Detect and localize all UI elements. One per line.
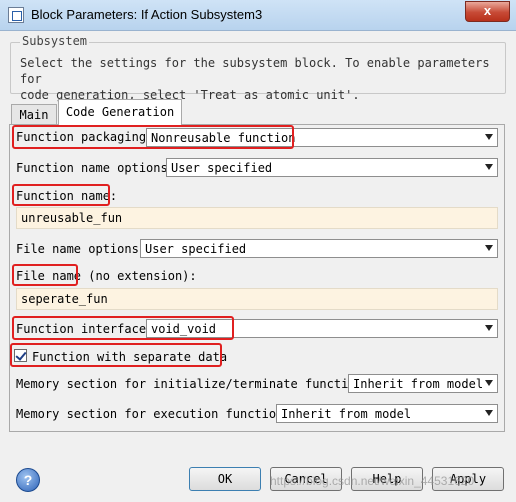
highlight-function-interface	[12, 316, 234, 340]
function-name-input[interactable]: unreusable_fun	[16, 207, 498, 229]
group-legend: Subsystem	[20, 34, 90, 48]
group-description: Select the settings for the subsystem bl…	[20, 55, 500, 103]
ok-button[interactable]: OK	[189, 467, 261, 491]
highlight-separate-data	[10, 343, 222, 367]
chevron-down-icon	[485, 325, 493, 331]
chevron-down-icon	[485, 380, 493, 386]
block-icon	[8, 7, 24, 23]
file-name-options-label: File name options:	[16, 242, 147, 256]
memory-exec-value: Inherit from model	[281, 407, 412, 421]
description-line-1: Select the settings for the subsystem bl…	[20, 56, 490, 86]
memory-init-term-dropdown[interactable]: Inherit from model	[348, 374, 498, 393]
chevron-down-icon	[485, 134, 493, 140]
memory-init-term-value: Inherit from model	[353, 377, 484, 391]
memory-init-term-label: Memory section for initialize/terminate …	[16, 377, 378, 391]
chevron-down-icon	[485, 245, 493, 251]
file-name-input[interactable]: seperate_fun	[16, 288, 498, 310]
title-bar: Block Parameters: If Action Subsystem3 x	[0, 0, 516, 31]
window-title: Block Parameters: If Action Subsystem3	[31, 7, 263, 22]
tab-main[interactable]: Main	[11, 104, 57, 124]
function-name-options-value: User specified	[171, 161, 273, 175]
help-icon[interactable]: ?	[16, 468, 40, 492]
file-name-label-suffix: (no extension):	[81, 269, 197, 283]
function-name-options-label: Function name options:	[16, 161, 175, 175]
highlight-file-name	[12, 264, 78, 286]
chevron-down-icon	[485, 410, 493, 416]
memory-exec-dropdown[interactable]: Inherit from model	[276, 404, 498, 423]
file-name-options-value: User specified	[145, 242, 247, 256]
memory-exec-label: Memory section for execution functions:	[16, 407, 298, 421]
function-name-options-dropdown[interactable]: User specified	[166, 158, 498, 177]
close-button[interactable]: x	[465, 1, 510, 22]
watermark: https://blog.csdn.net/weixin_44531620	[270, 474, 475, 488]
highlight-function-packaging	[12, 125, 294, 149]
file-name-options-dropdown[interactable]: User specified	[140, 239, 498, 258]
highlight-function-name	[12, 184, 110, 206]
tab-code-generation[interactable]: Code Generation	[58, 99, 182, 125]
chevron-down-icon	[485, 164, 493, 170]
